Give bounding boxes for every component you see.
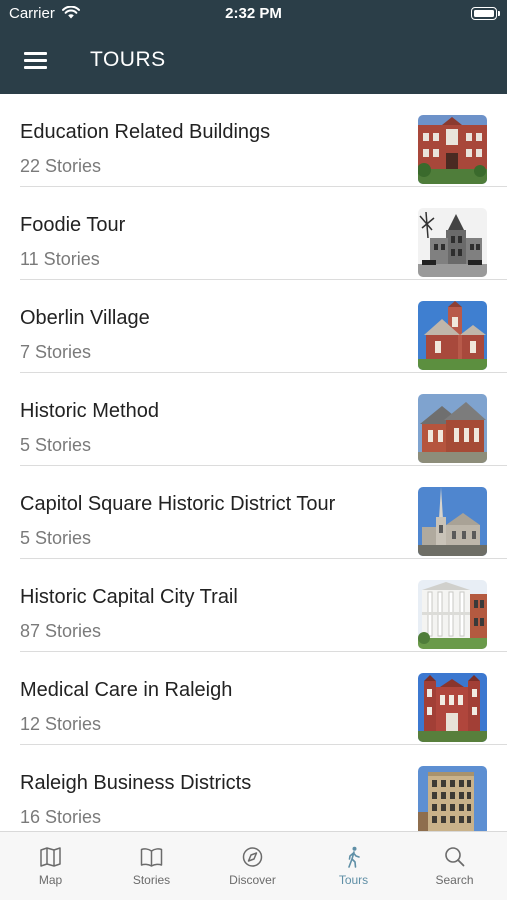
tour-thumbnail xyxy=(418,580,487,649)
tour-title: Education Related Buildings xyxy=(20,121,271,143)
tour-story-count: 22 Stories xyxy=(20,156,102,176)
tab-label: Tours xyxy=(338,873,369,887)
tab-label: Discover xyxy=(229,873,276,887)
tour-row[interactable]: Medical Care in Raleigh 12 Stories xyxy=(0,652,507,745)
tour-story-count: 5 Stories xyxy=(20,528,92,548)
tour-list: Education Related Buildings 22 Stories F… xyxy=(0,94,507,831)
tab-stories[interactable]: Stories xyxy=(101,832,202,900)
tab-bar: Map Stories Discover Tours Search xyxy=(0,831,507,900)
tour-story-count: 87 Stories xyxy=(20,621,102,641)
tour-thumbnail xyxy=(418,208,487,277)
tab-discover[interactable]: Discover xyxy=(202,832,303,900)
tour-title: Oberlin Village xyxy=(20,307,150,329)
tour-row[interactable]: Historic Method 5 Stories xyxy=(0,373,507,466)
tour-title: Historic Capital City Trail xyxy=(20,586,238,608)
map-icon xyxy=(40,847,61,867)
hamburger-menu-icon[interactable] xyxy=(24,49,48,69)
tour-row[interactable]: Historic Capital City Trail 87 Stories xyxy=(0,559,507,652)
tour-row[interactable]: Foodie Tour 11 Stories xyxy=(0,187,507,280)
tour-title: Raleigh Business Districts xyxy=(20,772,252,794)
tour-row[interactable]: Education Related Buildings 22 Stories xyxy=(0,94,507,187)
tour-row[interactable]: Oberlin Village 7 Stories xyxy=(0,280,507,373)
page-title: TOURS xyxy=(90,48,166,71)
book-icon xyxy=(140,848,163,867)
tour-thumbnail xyxy=(418,394,487,463)
tour-title: Capitol Square Historic District Tour xyxy=(20,493,336,515)
battery-nub xyxy=(498,11,500,16)
tour-title: Medical Care in Raleigh xyxy=(20,679,233,701)
battery-icon xyxy=(471,7,497,20)
tour-thumbnail xyxy=(418,673,487,742)
search-icon xyxy=(445,847,465,867)
tour-thumbnail xyxy=(418,766,487,831)
status-bar: Carrier 2:32 PM xyxy=(0,0,507,28)
tab-label: Search xyxy=(435,873,474,887)
tab-map[interactable]: Map xyxy=(0,832,101,900)
tour-story-count: 12 Stories xyxy=(20,714,102,734)
tour-story-count: 16 Stories xyxy=(20,807,102,827)
clock: 2:32 PM xyxy=(225,5,282,22)
tour-title: Foodie Tour xyxy=(20,214,126,236)
tour-story-count: 7 Stories xyxy=(20,342,92,362)
tour-title: Historic Method xyxy=(20,400,159,422)
tour-row[interactable]: Capitol Square Historic District Tour 5 … xyxy=(0,466,507,559)
app-header: Carrier 2:32 PM TOURS xyxy=(0,0,507,94)
tour-row[interactable]: Raleigh Business Districts 16 Stories xyxy=(0,745,507,831)
tour-thumbnail xyxy=(418,487,487,556)
tour-story-count: 11 Stories xyxy=(20,249,100,269)
tab-label: Stories xyxy=(132,873,171,887)
tab-tours[interactable]: Tours xyxy=(303,832,404,900)
tour-thumbnail xyxy=(418,115,487,184)
tour-story-count: 5 Stories xyxy=(20,435,92,455)
tab-label: Map xyxy=(38,873,63,887)
walker-icon xyxy=(348,846,360,868)
tour-thumbnail xyxy=(418,301,487,370)
compass-icon xyxy=(242,847,263,867)
tab-search[interactable]: Search xyxy=(404,832,505,900)
